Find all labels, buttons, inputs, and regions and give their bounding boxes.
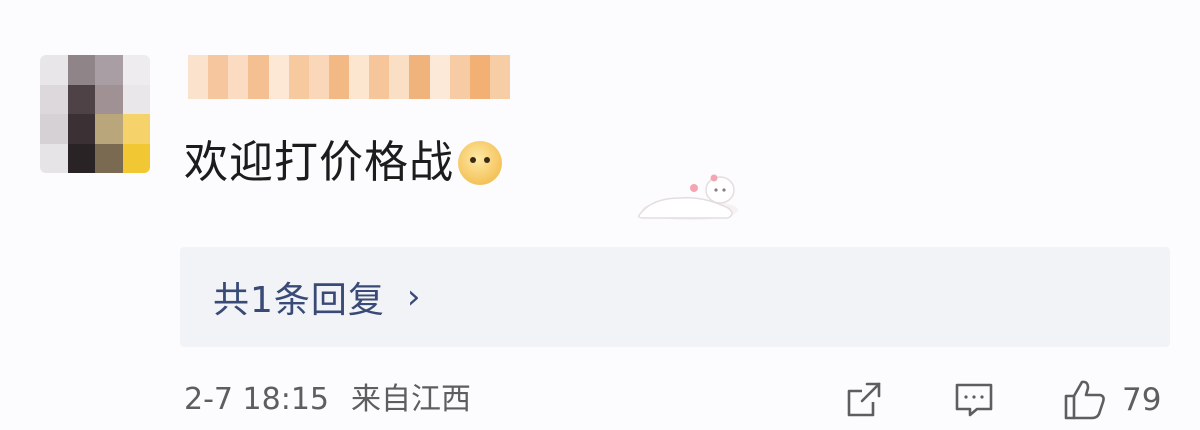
replies-count-label: 共1条回复 — [213, 280, 385, 321]
thumbs-up-icon — [1064, 380, 1105, 420]
share-icon — [847, 382, 881, 417]
like-button[interactable]: 79 — [1062, 376, 1161, 424]
username[interactable] — [188, 55, 510, 99]
view-replies-button[interactable]: 共1条回复 › — [180, 247, 1170, 347]
sleeping-cat-sticker-icon — [637, 174, 738, 220]
chevron-right-icon: › — [406, 277, 421, 317]
comment-icon — [955, 383, 993, 417]
avatar[interactable] — [40, 55, 150, 173]
share-button[interactable] — [843, 376, 885, 424]
doge-emoji-icon — [458, 141, 502, 185]
comment-button[interactable] — [953, 376, 995, 424]
like-count: 79 — [1122, 382, 1162, 418]
timestamp: 2-7 18:15 — [184, 382, 329, 417]
location: 来自江西 — [351, 382, 471, 417]
comment-body: 欢迎打价格战 — [184, 137, 454, 188]
comment-meta: 2-7 18:15 来自江西 — [184, 378, 471, 422]
comment-text: 欢迎打价格战 — [184, 135, 502, 191]
